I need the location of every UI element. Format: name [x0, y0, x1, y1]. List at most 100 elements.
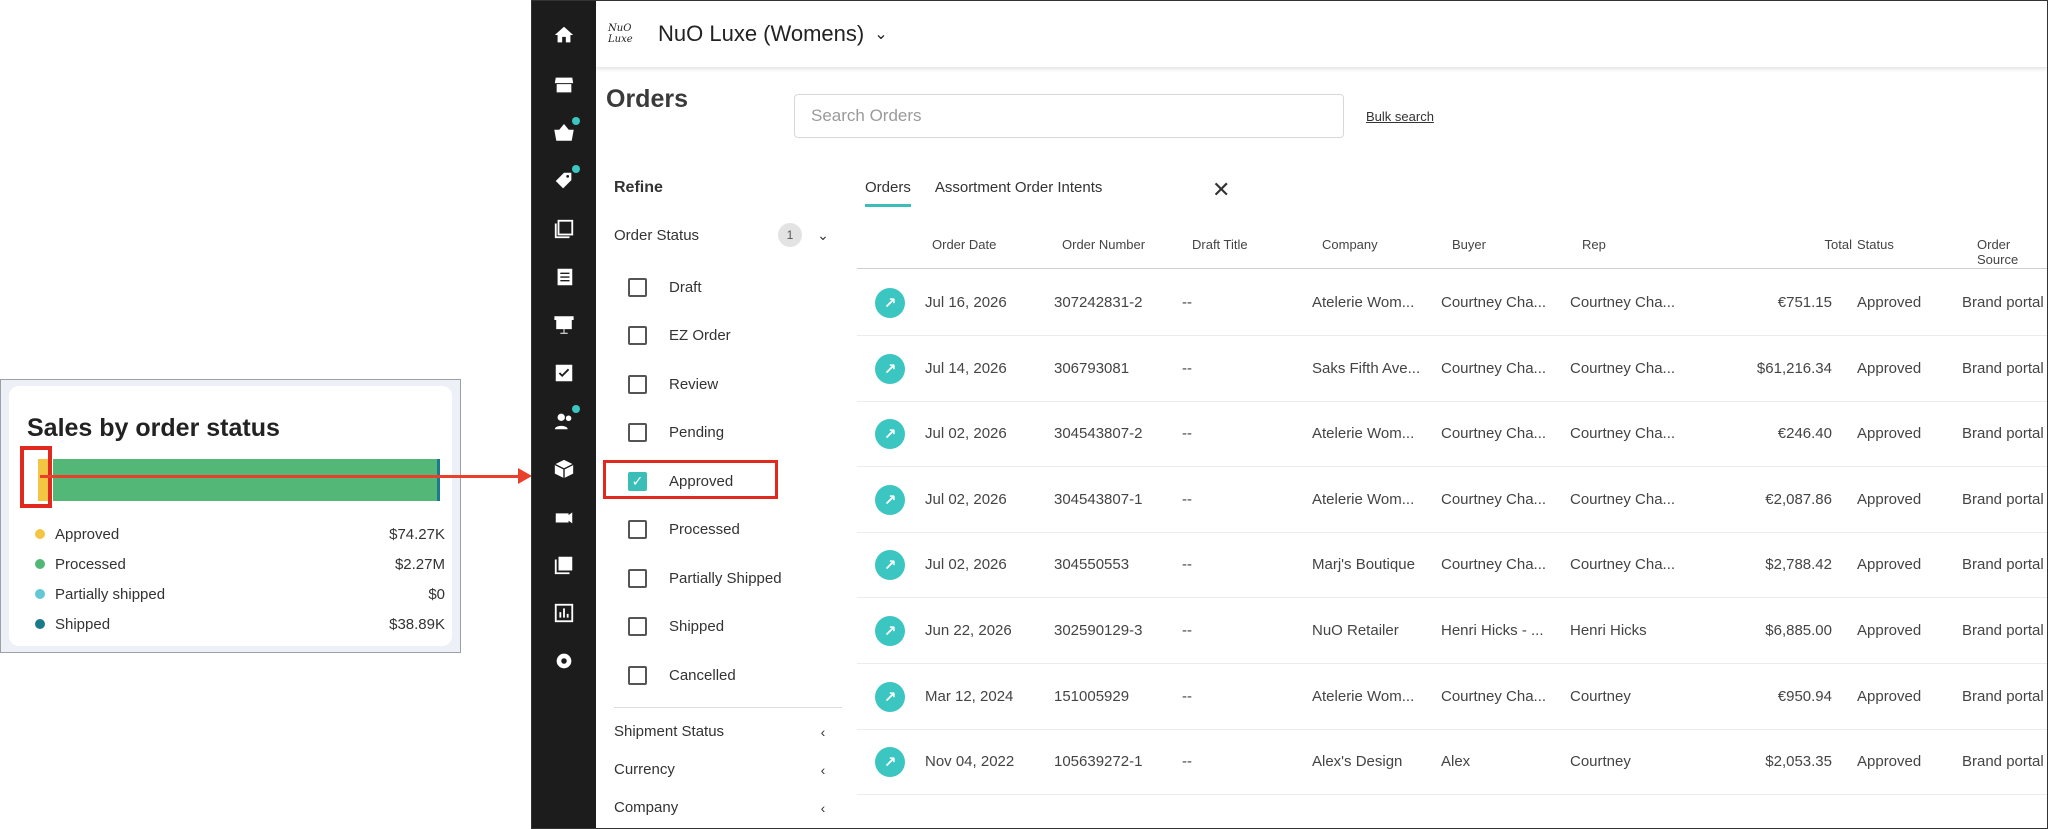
- page-title: Orders: [606, 85, 688, 113]
- order-type-icon: ↗: [875, 681, 905, 712]
- column-header[interactable]: Order Source: [1977, 237, 2047, 267]
- customers-icon[interactable]: [532, 399, 596, 443]
- table-cell: --: [1182, 753, 1192, 771]
- table-cell: Brand portal: [1962, 753, 2044, 771]
- storefront-icon[interactable]: [532, 63, 596, 107]
- close-icon[interactable]: ✕: [1212, 177, 1230, 203]
- table-cell: Courtney: [1570, 753, 1631, 771]
- status-option[interactable]: Draft: [628, 275, 702, 299]
- bulk-search-link[interactable]: Bulk search: [1366, 109, 1434, 124]
- callout-arrow-head: [518, 468, 532, 484]
- table-cell: Approved: [1857, 753, 1922, 771]
- column-header[interactable]: Order Date: [932, 237, 996, 252]
- table-cell: Saks Fifth Ave...: [1312, 359, 1421, 377]
- table-cell: Courtney Cha...: [1570, 425, 1676, 443]
- checkbox[interactable]: [628, 423, 647, 442]
- table-cell: Courtney Cha...: [1570, 490, 1676, 508]
- analytics-icon[interactable]: [532, 591, 596, 635]
- table-cell: $61,216.34: [1756, 359, 1832, 377]
- status-option[interactable]: EZ Order: [628, 324, 731, 348]
- table-cell: $2,788.42: [1765, 556, 1832, 574]
- home-icon[interactable]: [532, 13, 596, 57]
- table-cell: 306793081: [1054, 359, 1130, 377]
- table-row[interactable]: ↗ Jun 22, 2026 302590129-3 -- NuO Retailer He…: [857, 598, 2047, 664]
- tag-icon[interactable]: [532, 159, 596, 203]
- status-option[interactable]: Shipped: [628, 615, 724, 639]
- column-header[interactable]: Rep: [1582, 237, 1606, 252]
- facet-collapsed[interactable]: Shipment Status ‹: [614, 723, 830, 740]
- status-option-label: Cancelled: [669, 666, 736, 684]
- presentation-icon[interactable]: [532, 303, 596, 347]
- column-header[interactable]: Buyer: [1452, 237, 1486, 252]
- tab-orders[interactable]: Orders: [865, 179, 911, 207]
- checkbox[interactable]: [628, 520, 647, 539]
- column-header[interactable]: Company: [1322, 237, 1378, 252]
- column-header[interactable]: Order Number: [1062, 237, 1145, 252]
- table-cell: Jun 22, 2026: [925, 622, 1012, 639]
- status-option[interactable]: Review: [628, 372, 718, 396]
- basket-icon[interactable]: [532, 111, 596, 155]
- status-option[interactable]: Pending: [628, 421, 724, 445]
- chevron-down-icon[interactable]: ⌄: [816, 227, 830, 244]
- table-cell: Jul 02, 2026: [925, 556, 1007, 574]
- status-option-label: EZ Order: [669, 327, 731, 344]
- table-cell: Courtney: [1570, 687, 1631, 705]
- status-option[interactable]: Cancelled: [628, 663, 736, 687]
- table-cell: 302590129-3: [1054, 622, 1143, 639]
- table-cell: Courtney Cha...: [1441, 294, 1547, 311]
- status-option[interactable]: Partially Shipped: [628, 566, 782, 590]
- table-row[interactable]: ↗ Jul 14, 2026 306793081 -- Saks Fifth Ave..…: [857, 336, 2047, 402]
- checkbox[interactable]: [628, 665, 647, 685]
- facet-collapsed[interactable]: Company ‹: [614, 799, 830, 816]
- column-header[interactable]: Total: [1747, 237, 1852, 252]
- table-row[interactable]: ↗ Jul 02, 2026 304543807-2 -- Atelerie Wom..…: [857, 401, 2047, 468]
- checkbox[interactable]: [628, 568, 647, 588]
- legend-item: Shipped $38.89K: [35, 609, 445, 639]
- checkbox[interactable]: [628, 326, 647, 345]
- facet-collapsed[interactable]: Currency ‹: [614, 761, 830, 778]
- table-cell: Courtney Cha...: [1441, 556, 1547, 574]
- table-row[interactable]: ↗ Jul 16, 2026 307242831-2 -- Atelerie Wom..…: [857, 270, 2047, 336]
- table-cell: $6,885.00: [1765, 622, 1832, 639]
- tab-assortment-order-intents[interactable]: Assortment Order Intents: [935, 179, 1103, 207]
- order-type-icon: ↗: [875, 747, 905, 778]
- search-orders-input[interactable]: [794, 94, 1344, 138]
- legend-value: $38.89K: [389, 615, 445, 633]
- table-cell: Approved: [1857, 294, 1922, 311]
- checkbox[interactable]: [628, 617, 647, 636]
- table-cell: Approved: [1857, 425, 1922, 443]
- column-header[interactable]: Status: [1857, 237, 1894, 252]
- chevron-left-icon[interactable]: ‹: [816, 800, 830, 816]
- column-header[interactable]: Draft Title: [1192, 237, 1248, 252]
- table-cell: Brand portal: [1962, 687, 2044, 705]
- table-row[interactable]: ↗ Jul 02, 2026 304543807-1 -- Atelerie Wom..…: [857, 467, 2047, 533]
- table-cell: Courtney Cha...: [1570, 556, 1676, 574]
- table-row[interactable]: ↗ Jul 02, 2026 304550553 -- Marj's Boutique C…: [857, 532, 2047, 599]
- facet-order-status[interactable]: Order Status 1 ⌄: [614, 223, 830, 247]
- table-cell: €246.40: [1777, 425, 1832, 443]
- linesheet-icon[interactable]: [532, 255, 596, 299]
- status-option[interactable]: Processed: [628, 518, 740, 542]
- chevron-down-icon[interactable]: ⌄: [874, 24, 887, 44]
- settings-gear-icon[interactable]: [532, 639, 596, 683]
- chevron-left-icon[interactable]: ‹: [816, 762, 830, 778]
- table-cell: Brand portal: [1962, 556, 2044, 574]
- legend-label: Processed: [55, 555, 126, 573]
- checkbox[interactable]: [628, 277, 647, 297]
- table-row[interactable]: ↗ Mar 12, 2024 151005929 -- Atelerie Wom... C…: [857, 664, 2047, 730]
- table-cell: Brand portal: [1962, 359, 2044, 377]
- brand-switcher[interactable]: NuO Luxe (Womens): [658, 21, 864, 47]
- sales-by-status-card: Sales by order status Approved $74.27K P…: [0, 379, 461, 653]
- catalog-icon[interactable]: [532, 207, 596, 251]
- images-icon[interactable]: [532, 543, 596, 587]
- checklist-icon[interactable]: [532, 351, 596, 395]
- checkbox[interactable]: [628, 374, 647, 394]
- table-row[interactable]: ↗ Nov 04, 2022 105639272-1 -- Alex's Design A…: [857, 729, 2047, 796]
- facet-label: Currency: [614, 761, 675, 778]
- chevron-left-icon[interactable]: ‹: [816, 724, 830, 740]
- status-option-label: Review: [669, 375, 719, 393]
- refine-title: Refine: [614, 179, 663, 196]
- orders-box-icon[interactable]: [532, 447, 596, 491]
- facet-label: Shipment Status: [614, 723, 725, 740]
- marketing-icon[interactable]: [532, 495, 596, 539]
